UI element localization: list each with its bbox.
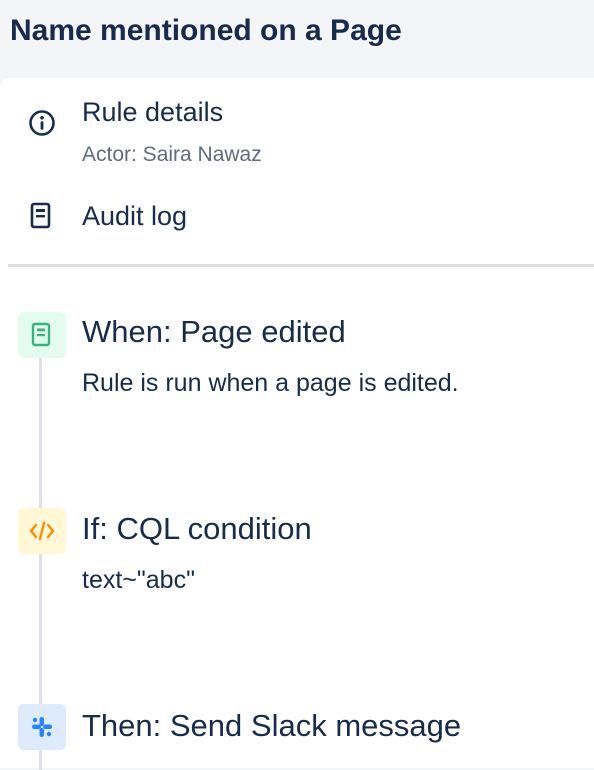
- actor-label: Actor: Saira Nawaz: [82, 143, 262, 166]
- trigger-description: Rule is run when a page is edited.: [82, 369, 459, 397]
- action-title: Then: Send Slack message: [82, 708, 462, 743]
- rule-panel: [0, 78, 594, 768]
- audit-log-label: Audit log: [82, 201, 188, 231]
- divider: [8, 264, 594, 267]
- rule-details-label: Rule details: [82, 97, 224, 127]
- info-icon: [28, 109, 56, 142]
- condition-description: text~"abc": [82, 566, 195, 594]
- document-icon: [30, 202, 54, 235]
- page-icon: [18, 312, 66, 358]
- slack-icon: [18, 704, 66, 750]
- condition-title: If: CQL condition: [82, 511, 312, 546]
- audit-log-item[interactable]: Audit log: [0, 198, 594, 238]
- trigger-title: When: Page edited: [82, 314, 346, 349]
- page-title: Name mentioned on a Page: [10, 14, 402, 47]
- rule-details-item[interactable]: Rule details Actor: Saira Nawaz: [0, 96, 594, 170]
- code-icon: [18, 508, 66, 554]
